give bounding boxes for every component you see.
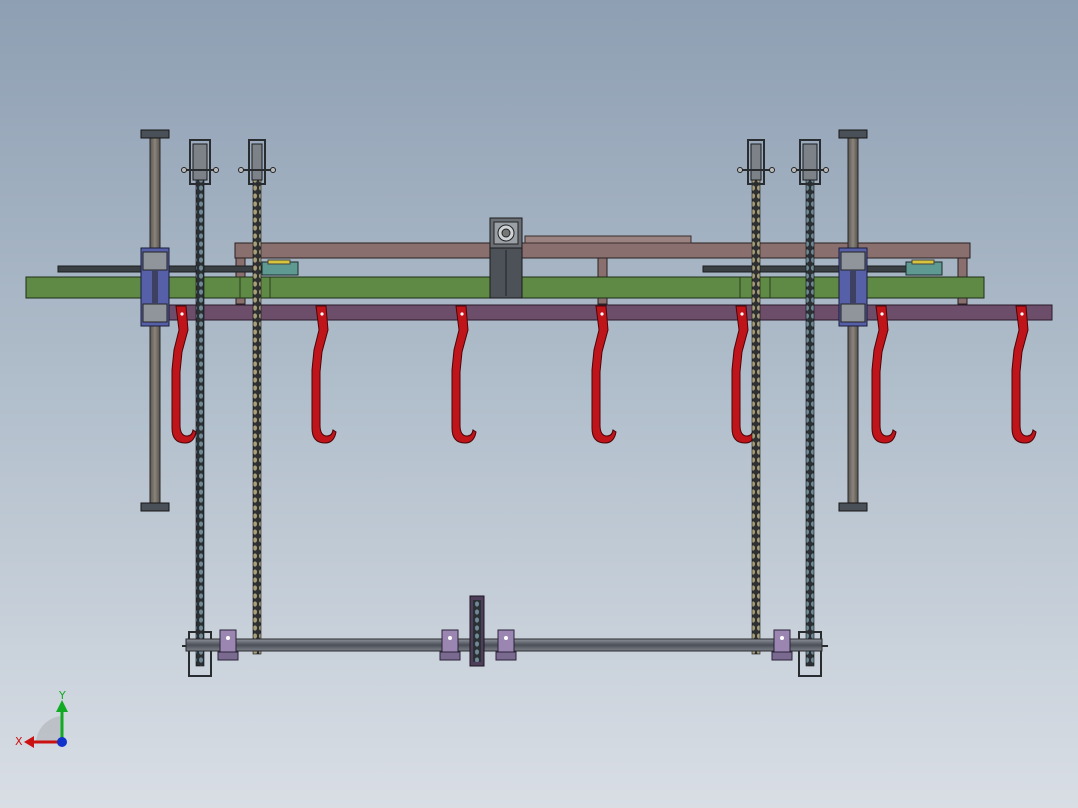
coordinate-triad-icon: Y X bbox=[15, 689, 68, 748]
guide-post-2 bbox=[838, 129, 868, 512]
guide-post-1 bbox=[140, 129, 170, 512]
hook-2 bbox=[311, 305, 337, 444]
y-axis-label: Y bbox=[58, 689, 66, 702]
x-axis-label: X bbox=[15, 735, 23, 748]
shaft-bearing-3 bbox=[495, 629, 517, 661]
drive-shaft-assembly bbox=[185, 595, 823, 667]
shaft-bearing-4 bbox=[771, 629, 793, 661]
shaft-bearing-2 bbox=[439, 629, 461, 661]
hook-3 bbox=[451, 305, 477, 444]
hook-rail bbox=[167, 304, 1053, 321]
linear-guide-rails bbox=[57, 265, 914, 273]
hook-4 bbox=[591, 305, 617, 444]
hook-6 bbox=[871, 305, 897, 444]
shaft-bearing-1 bbox=[217, 629, 239, 661]
hook-1 bbox=[171, 305, 197, 444]
hook-7 bbox=[1011, 305, 1037, 444]
chain-3 bbox=[737, 139, 775, 655]
cad-viewport[interactable]: Y X bbox=[0, 0, 1078, 808]
chain-1 bbox=[181, 139, 219, 677]
chain-4 bbox=[791, 139, 829, 677]
conveyor-assembly-drawing: Y X bbox=[15, 129, 1053, 748]
hooks bbox=[171, 305, 1037, 444]
center-carriage bbox=[489, 217, 523, 299]
chain-2 bbox=[238, 139, 276, 655]
